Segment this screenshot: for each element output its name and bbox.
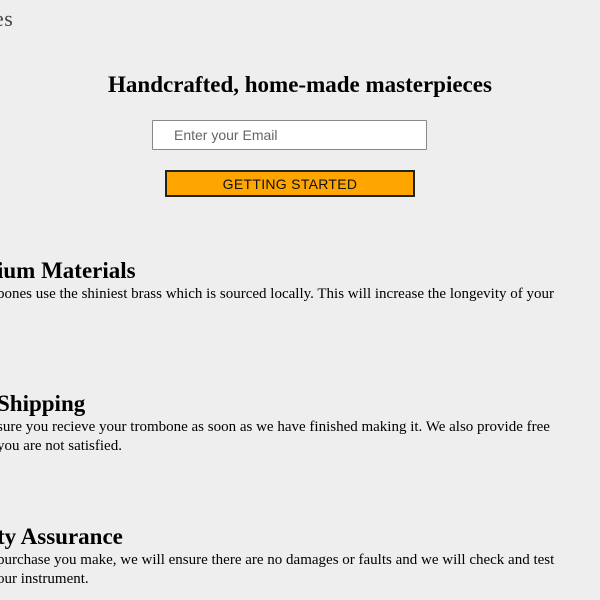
- feature-desc-shipping-line2: you are not satisfied.: [0, 438, 122, 454]
- feature-desc-quality-line1: purchase you make, we will ensure there …: [0, 552, 555, 568]
- feature-desc-quality-line2: our instrument.: [0, 571, 89, 587]
- feature-title-shipping: Shipping: [0, 391, 86, 416]
- hero-title: Handcrafted, home-made masterpieces: [108, 72, 492, 97]
- getting-started-button[interactable]: GETTING STARTED: [165, 170, 415, 197]
- logo-text: es: [0, 6, 14, 31]
- email-input[interactable]: [152, 120, 427, 150]
- feature-desc-shipping-line1: sure you recieve your trombone as soon a…: [0, 419, 550, 435]
- feature-title-quality: ty Assurance: [0, 524, 123, 549]
- feature-title-materials: ium Materials: [0, 258, 136, 283]
- feature-desc-materials: bones use the shiniest brass which is so…: [0, 286, 554, 302]
